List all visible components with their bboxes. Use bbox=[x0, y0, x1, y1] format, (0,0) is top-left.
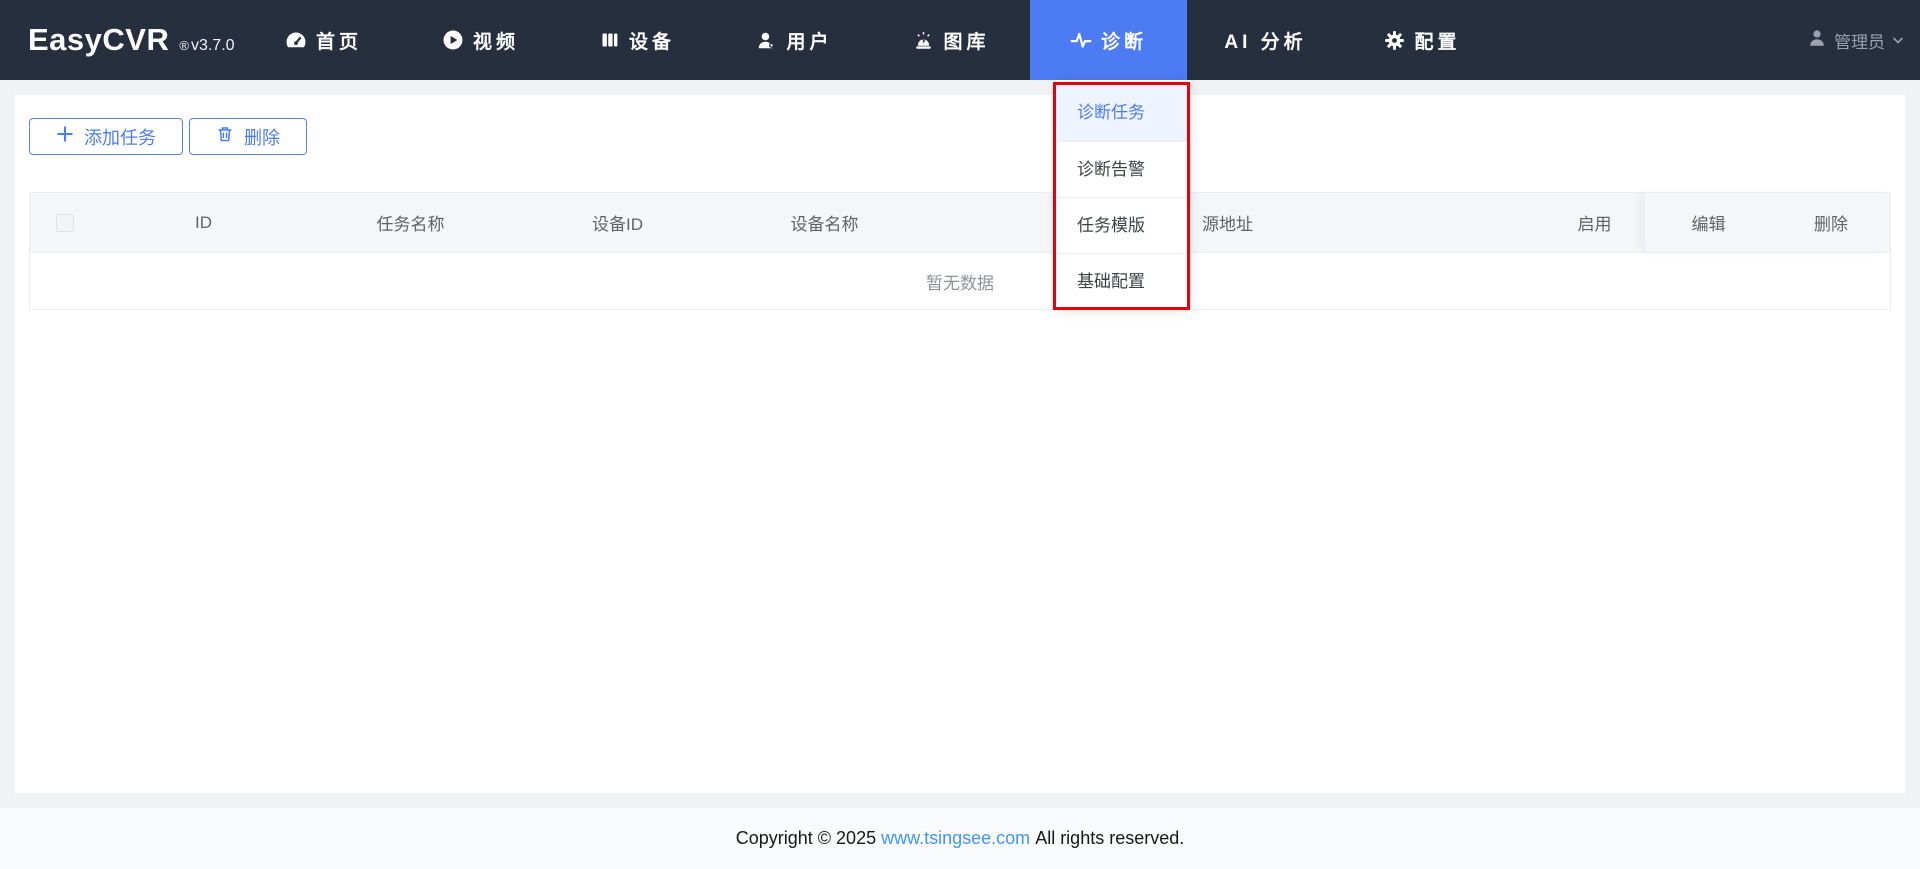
top-navbar: EasyCVR ® v3.7.0 首页 视频 设备 用户 图库 诊断 AI 分析… bbox=[0, 0, 1920, 80]
brand: EasyCVR ® v3.7.0 bbox=[28, 22, 235, 58]
app-logo: EasyCVR bbox=[28, 22, 170, 57]
delete-label: 删除 bbox=[244, 127, 280, 148]
nav-item-gallery[interactable]: 图库 bbox=[873, 0, 1030, 80]
nav-label: AI 分析 bbox=[1224, 31, 1307, 53]
add-task-label: 添加任务 bbox=[84, 127, 156, 148]
column-header-device-name: 设备名称 bbox=[790, 215, 859, 234]
column-header-edit: 编辑 bbox=[1691, 215, 1726, 234]
column-header-source: 源地址 bbox=[1202, 215, 1253, 234]
diagnosis-dropdown: 诊断任务 诊断告警 任务模版 基础配置 bbox=[1056, 80, 1190, 309]
nav-label: 用户 bbox=[786, 31, 833, 53]
nav-item-home[interactable]: 首页 bbox=[245, 0, 402, 80]
add-task-button[interactable]: 添加任务 bbox=[29, 118, 183, 155]
play-icon bbox=[442, 29, 464, 51]
nav-label: 设备 bbox=[628, 31, 675, 53]
pulse-icon bbox=[1070, 29, 1092, 51]
nav-label: 诊断 bbox=[1100, 31, 1147, 53]
column-header-delete: 删除 bbox=[1814, 215, 1848, 234]
nav-label: 视频 bbox=[472, 31, 519, 53]
nav-menu: 首页 视频 设备 用户 图库 诊断 AI 分析 配置 bbox=[245, 0, 1501, 80]
copyright-suffix: All rights reserved. bbox=[1030, 828, 1185, 848]
column-header-task-name: 任务名称 bbox=[376, 215, 445, 234]
dropdown-item-task-template[interactable]: 任务模版 bbox=[1056, 197, 1190, 253]
chevron-down-icon bbox=[1892, 30, 1904, 50]
toolbar: 添加任务 删除 bbox=[15, 95, 1905, 155]
fixed-columns: 编辑 删除 bbox=[1644, 193, 1890, 252]
nav-label: 首页 bbox=[315, 31, 362, 53]
column-header-device-id: 设备ID bbox=[592, 215, 643, 234]
column-header-enable: 启用 bbox=[1577, 215, 1612, 234]
user-name: 管理员 bbox=[1834, 32, 1885, 52]
nav-label: 图库 bbox=[943, 31, 990, 53]
alarm-icon bbox=[913, 30, 934, 51]
nav-item-video[interactable]: 视频 bbox=[402, 0, 559, 80]
delete-button[interactable]: 删除 bbox=[189, 118, 307, 155]
nav-item-device[interactable]: 设备 bbox=[559, 0, 716, 80]
app-version: v3.7.0 bbox=[190, 37, 235, 54]
column-header-id: ID bbox=[195, 212, 212, 232]
empty-text: 暂无数据 bbox=[926, 273, 994, 293]
plus-icon bbox=[56, 125, 74, 148]
dashboard-icon bbox=[285, 29, 307, 51]
user-icon bbox=[756, 30, 777, 51]
copyright-prefix: Copyright © 2025 bbox=[735, 828, 882, 848]
nav-label: 配置 bbox=[1414, 31, 1461, 53]
person-icon bbox=[1807, 28, 1827, 53]
nav-item-user[interactable]: 用户 bbox=[716, 0, 873, 80]
empty-state: 暂无数据 bbox=[30, 252, 1890, 309]
dropdown-item-diagnosis-task[interactable]: 诊断任务 bbox=[1056, 85, 1190, 141]
gear-icon bbox=[1384, 30, 1405, 51]
trash-icon bbox=[216, 125, 234, 148]
table-header-row: ID 任务名称 设备ID 设备名称 源地址 启用 编辑 删除 bbox=[30, 193, 1890, 252]
nav-item-config[interactable]: 配置 bbox=[1344, 0, 1501, 80]
registered-mark: ® bbox=[179, 38, 189, 53]
dropdown-item-diagnosis-alarm[interactable]: 诊断告警 bbox=[1056, 141, 1190, 197]
main-content: 添加任务 删除 ID 任务名称 设备ID 设备名称 源地址 启用 编辑 删除 暂… bbox=[15, 95, 1905, 793]
tsingsee-link[interactable]: www.tsingsee.com bbox=[881, 828, 1030, 849]
dropdown-item-basic-config[interactable]: 基础配置 bbox=[1056, 253, 1190, 309]
footer: Copyright © 2025 www.tsingsee.com All ri… bbox=[0, 808, 1920, 869]
user-menu[interactable]: 管理员 bbox=[1807, 0, 1904, 80]
select-all-checkbox[interactable] bbox=[56, 213, 74, 232]
device-icon bbox=[600, 30, 620, 50]
nav-item-ai-analysis[interactable]: AI 分析 bbox=[1187, 0, 1344, 80]
nav-item-diagnosis[interactable]: 诊断 bbox=[1030, 0, 1187, 80]
select-all-cell bbox=[30, 193, 100, 252]
task-table: ID 任务名称 设备ID 设备名称 源地址 启用 编辑 删除 暂无数据 bbox=[29, 192, 1891, 310]
